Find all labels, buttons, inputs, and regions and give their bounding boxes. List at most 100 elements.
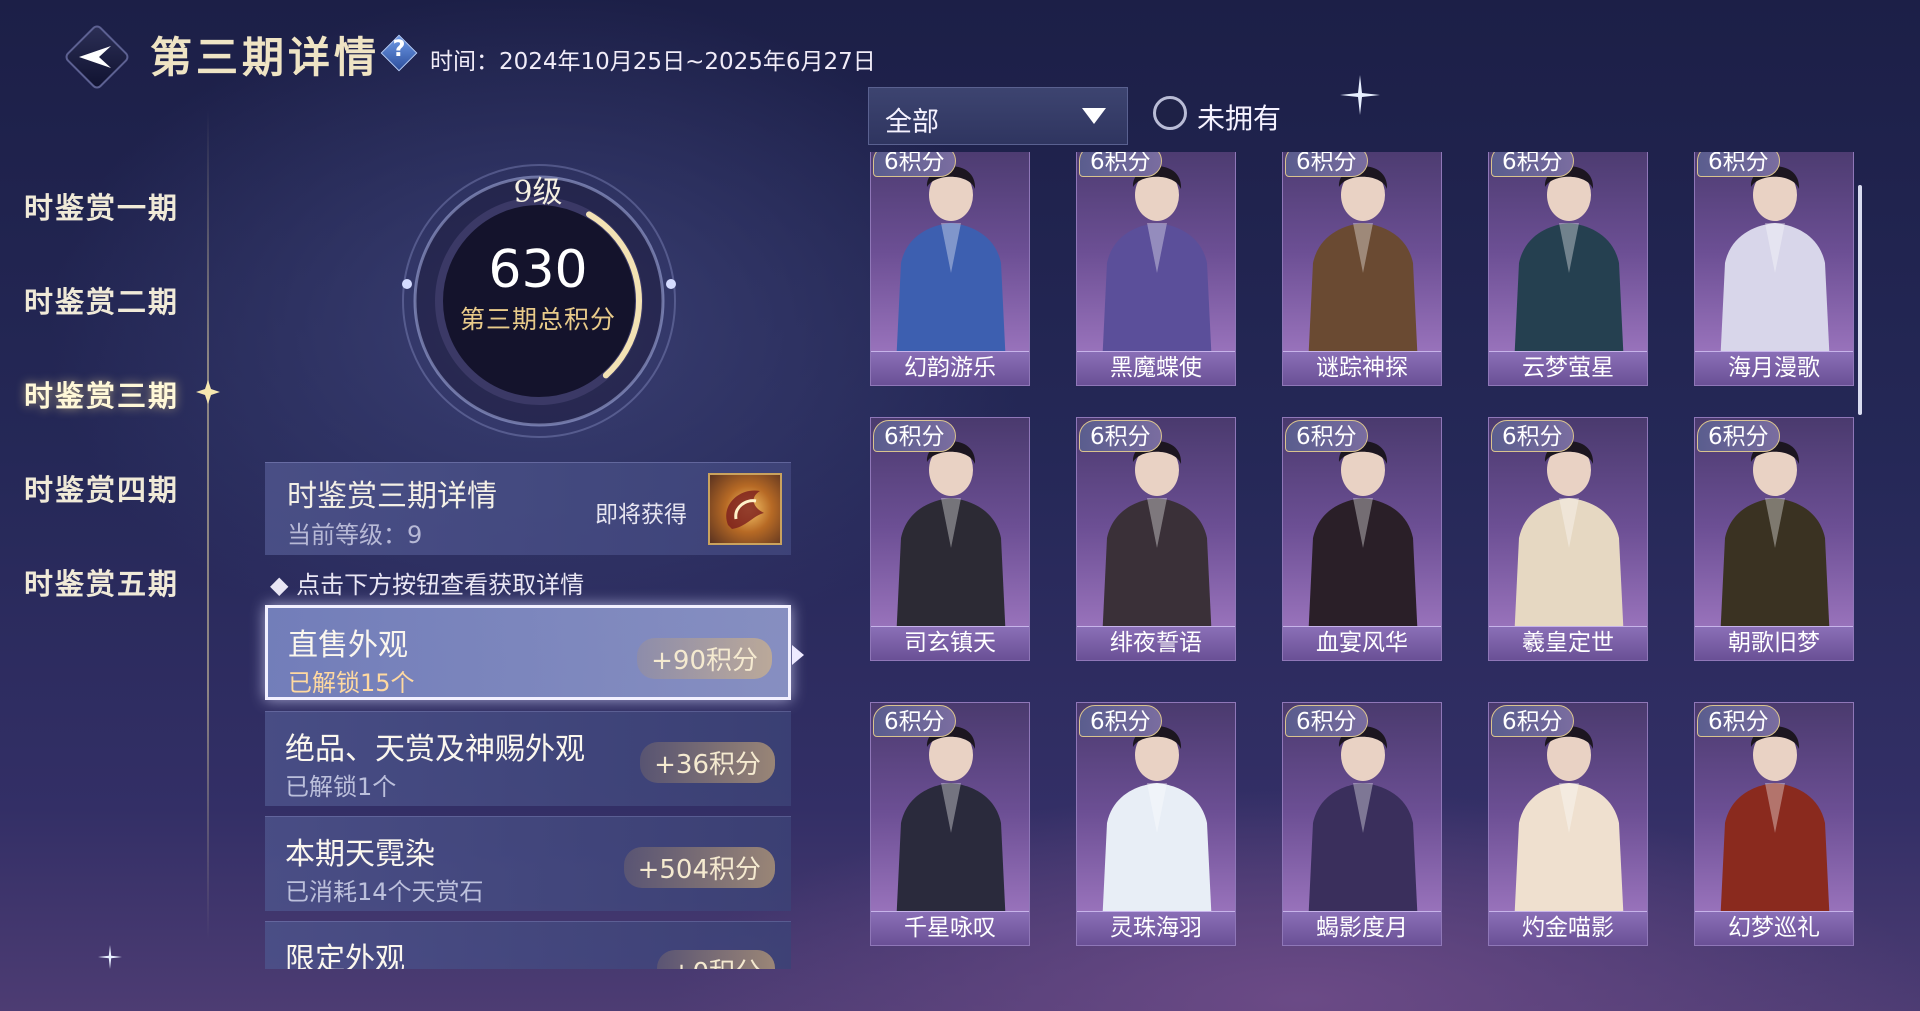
sparkle-icon	[1340, 75, 1380, 115]
score-item-title: 本期天霓染	[285, 837, 435, 872]
character-figure-icon	[1307, 441, 1419, 660]
character-figure-icon	[895, 726, 1007, 945]
reward-thumbnail[interactable]	[708, 473, 782, 545]
character-figure-icon	[1101, 726, 1213, 945]
character-figure-icon	[1513, 441, 1625, 660]
points-badge: 6积分	[1491, 152, 1574, 177]
points-badge: 6积分	[873, 420, 956, 452]
hint-text: ◆ 点击下方按钮查看获取详情	[270, 571, 585, 599]
score-item-dye[interactable]: 本期天霓染 已消耗14个天赏石 +504积分	[265, 816, 791, 911]
unowned-label[interactable]: 未拥有	[1197, 97, 1281, 137]
coming-soon-label: 即将获得	[595, 502, 687, 528]
points-badge: 6积分	[1491, 420, 1574, 452]
costume-card[interactable]: 6积分朝歌旧梦	[1694, 417, 1854, 661]
character-figure-icon	[1101, 441, 1213, 660]
score-badge: +504积分	[623, 847, 775, 888]
points-badge: 6积分	[1079, 152, 1162, 177]
reward-emblem-icon	[726, 490, 764, 529]
unowned-radio[interactable]	[1153, 96, 1187, 130]
character-figure-icon	[1719, 726, 1831, 945]
sidebar-item-period-5[interactable]: 时鉴赏五期	[24, 561, 179, 603]
current-level-text: 当前等级：9	[287, 521, 423, 549]
costume-grid: 6积分 幻韵游乐 6积分 黑魔蝶使 6积分 谜踪神探 6积分 云梦萤星 6积分 海月漫歌 6积分 司玄…	[868, 152, 1862, 972]
costume-card[interactable]: 6积分 千星咏叹	[870, 702, 1030, 946]
detail-title: 时鉴赏三期详情	[287, 479, 497, 514]
costume-name: 灼金喵影	[1489, 911, 1647, 945]
score-badge: +0积分	[656, 950, 775, 969]
costume-name: 幻韵游乐	[871, 351, 1029, 385]
points-badge: 6积分	[1079, 705, 1162, 737]
sidebar-divider	[207, 110, 209, 940]
points-badge: 6积分	[1285, 152, 1368, 177]
costume-name: 黑魔蝶使	[1077, 351, 1235, 385]
costume-card[interactable]: 6积分灼金喵影	[1488, 702, 1648, 946]
costume-name: 谜踪神探	[1283, 351, 1441, 385]
costume-name: 海月漫歌	[1695, 351, 1853, 385]
costume-card[interactable]: 6积分灵珠海羽	[1076, 702, 1236, 946]
costume-name: 蝎影度月	[1283, 911, 1441, 945]
character-figure-icon	[1307, 726, 1419, 945]
points-badge: 6积分	[1697, 152, 1780, 177]
sidebar-item-period-3[interactable]: 时鉴赏三期	[24, 373, 179, 415]
score-item-sub: 已消耗14个天赏石	[285, 878, 484, 906]
costume-card[interactable]: 6积分绯夜誓语	[1076, 417, 1236, 661]
page-title: 第三期详情	[150, 33, 381, 82]
score-badge: +90积分	[637, 638, 772, 679]
costume-name: 灵珠海羽	[1077, 911, 1235, 945]
costume-name: 羲皇定世	[1489, 626, 1647, 660]
score-item-title: 直售外观	[288, 628, 408, 663]
points-badge: 6积分	[1697, 420, 1780, 452]
score-item-title: 限定外观	[285, 942, 405, 969]
level-label: 9级	[513, 175, 563, 210]
help-icon[interactable]: ?	[380, 34, 418, 72]
selected-arrow-icon	[792, 645, 804, 665]
total-score-label: 第三期总积分	[459, 305, 616, 334]
score-item-direct-sale[interactable]: 直售外观 已解锁15个 +90积分	[265, 605, 791, 700]
score-item-title: 绝品、天赏及神赐外观	[285, 732, 585, 767]
period-detail-card[interactable]: 时鉴赏三期详情 当前等级：9 即将获得	[265, 462, 791, 555]
filter-selected-value: 全部	[885, 107, 939, 138]
costume-card[interactable]: 6积分羲皇定世	[1488, 417, 1648, 661]
score-item-sub: 已解锁15个	[288, 669, 415, 697]
active-marker-icon	[196, 380, 220, 404]
back-button[interactable]	[62, 22, 132, 92]
costume-name: 幻梦巡礼	[1695, 911, 1853, 945]
costume-card[interactable]: 6积分司玄镇天	[870, 417, 1030, 661]
costume-card[interactable]: 6积分黑魔蝶使	[1076, 152, 1236, 386]
points-badge: 6积分	[1697, 705, 1780, 737]
costume-name: 血宴风华	[1283, 626, 1441, 660]
costume-name: 云梦萤星	[1489, 351, 1647, 385]
costume-card[interactable]: 6积分海月漫歌	[1694, 152, 1854, 386]
costume-card[interactable]: 6积分血宴风华	[1282, 417, 1442, 661]
points-badge: 6积分	[1285, 705, 1368, 737]
score-item-sub: 已解锁1个	[285, 773, 397, 801]
costume-name: 朝歌旧梦	[1695, 626, 1853, 660]
costume-card[interactable]: 6积分谜踪神探	[1282, 152, 1442, 386]
costume-card[interactable]: 6积分幻梦巡礼	[1694, 702, 1854, 946]
score-badge: +36积分	[640, 742, 775, 783]
total-score-value: 630	[488, 240, 588, 300]
costume-name: 千星咏叹	[871, 911, 1029, 945]
points-badge: 6积分	[873, 152, 956, 177]
character-figure-icon	[895, 441, 1007, 660]
score-item-limited[interactable]: 限定外观 +0积分	[265, 921, 791, 969]
sidebar-item-period-2[interactable]: 时鉴赏二期	[24, 279, 179, 321]
back-arrow-icon	[79, 46, 111, 68]
points-badge: 6积分	[1491, 705, 1574, 737]
chevron-down-icon	[1082, 108, 1106, 124]
score-item-premium[interactable]: 绝品、天赏及神赐外观 已解锁1个 +36积分	[265, 711, 791, 806]
category-filter-select[interactable]: 全部	[868, 87, 1128, 145]
grid-scrollbar[interactable]	[1858, 185, 1862, 415]
sparkle-icon	[98, 945, 122, 969]
costume-card[interactable]: 6积分云梦萤星	[1488, 152, 1648, 386]
points-badge: 6积分	[1079, 420, 1162, 452]
costume-name: 司玄镇天	[871, 626, 1029, 660]
costume-name: 绯夜誓语	[1077, 626, 1235, 660]
points-badge: 6积分	[1285, 420, 1368, 452]
sidebar-item-period-1[interactable]: 时鉴赏一期	[24, 185, 179, 227]
costume-card[interactable]: 6积分幻韵游乐	[870, 152, 1030, 386]
character-figure-icon	[1513, 726, 1625, 945]
costume-card[interactable]: 6积分蝎影度月	[1282, 702, 1442, 946]
character-figure-icon	[1719, 441, 1831, 660]
sidebar-item-period-4[interactable]: 时鉴赏四期	[24, 467, 179, 509]
